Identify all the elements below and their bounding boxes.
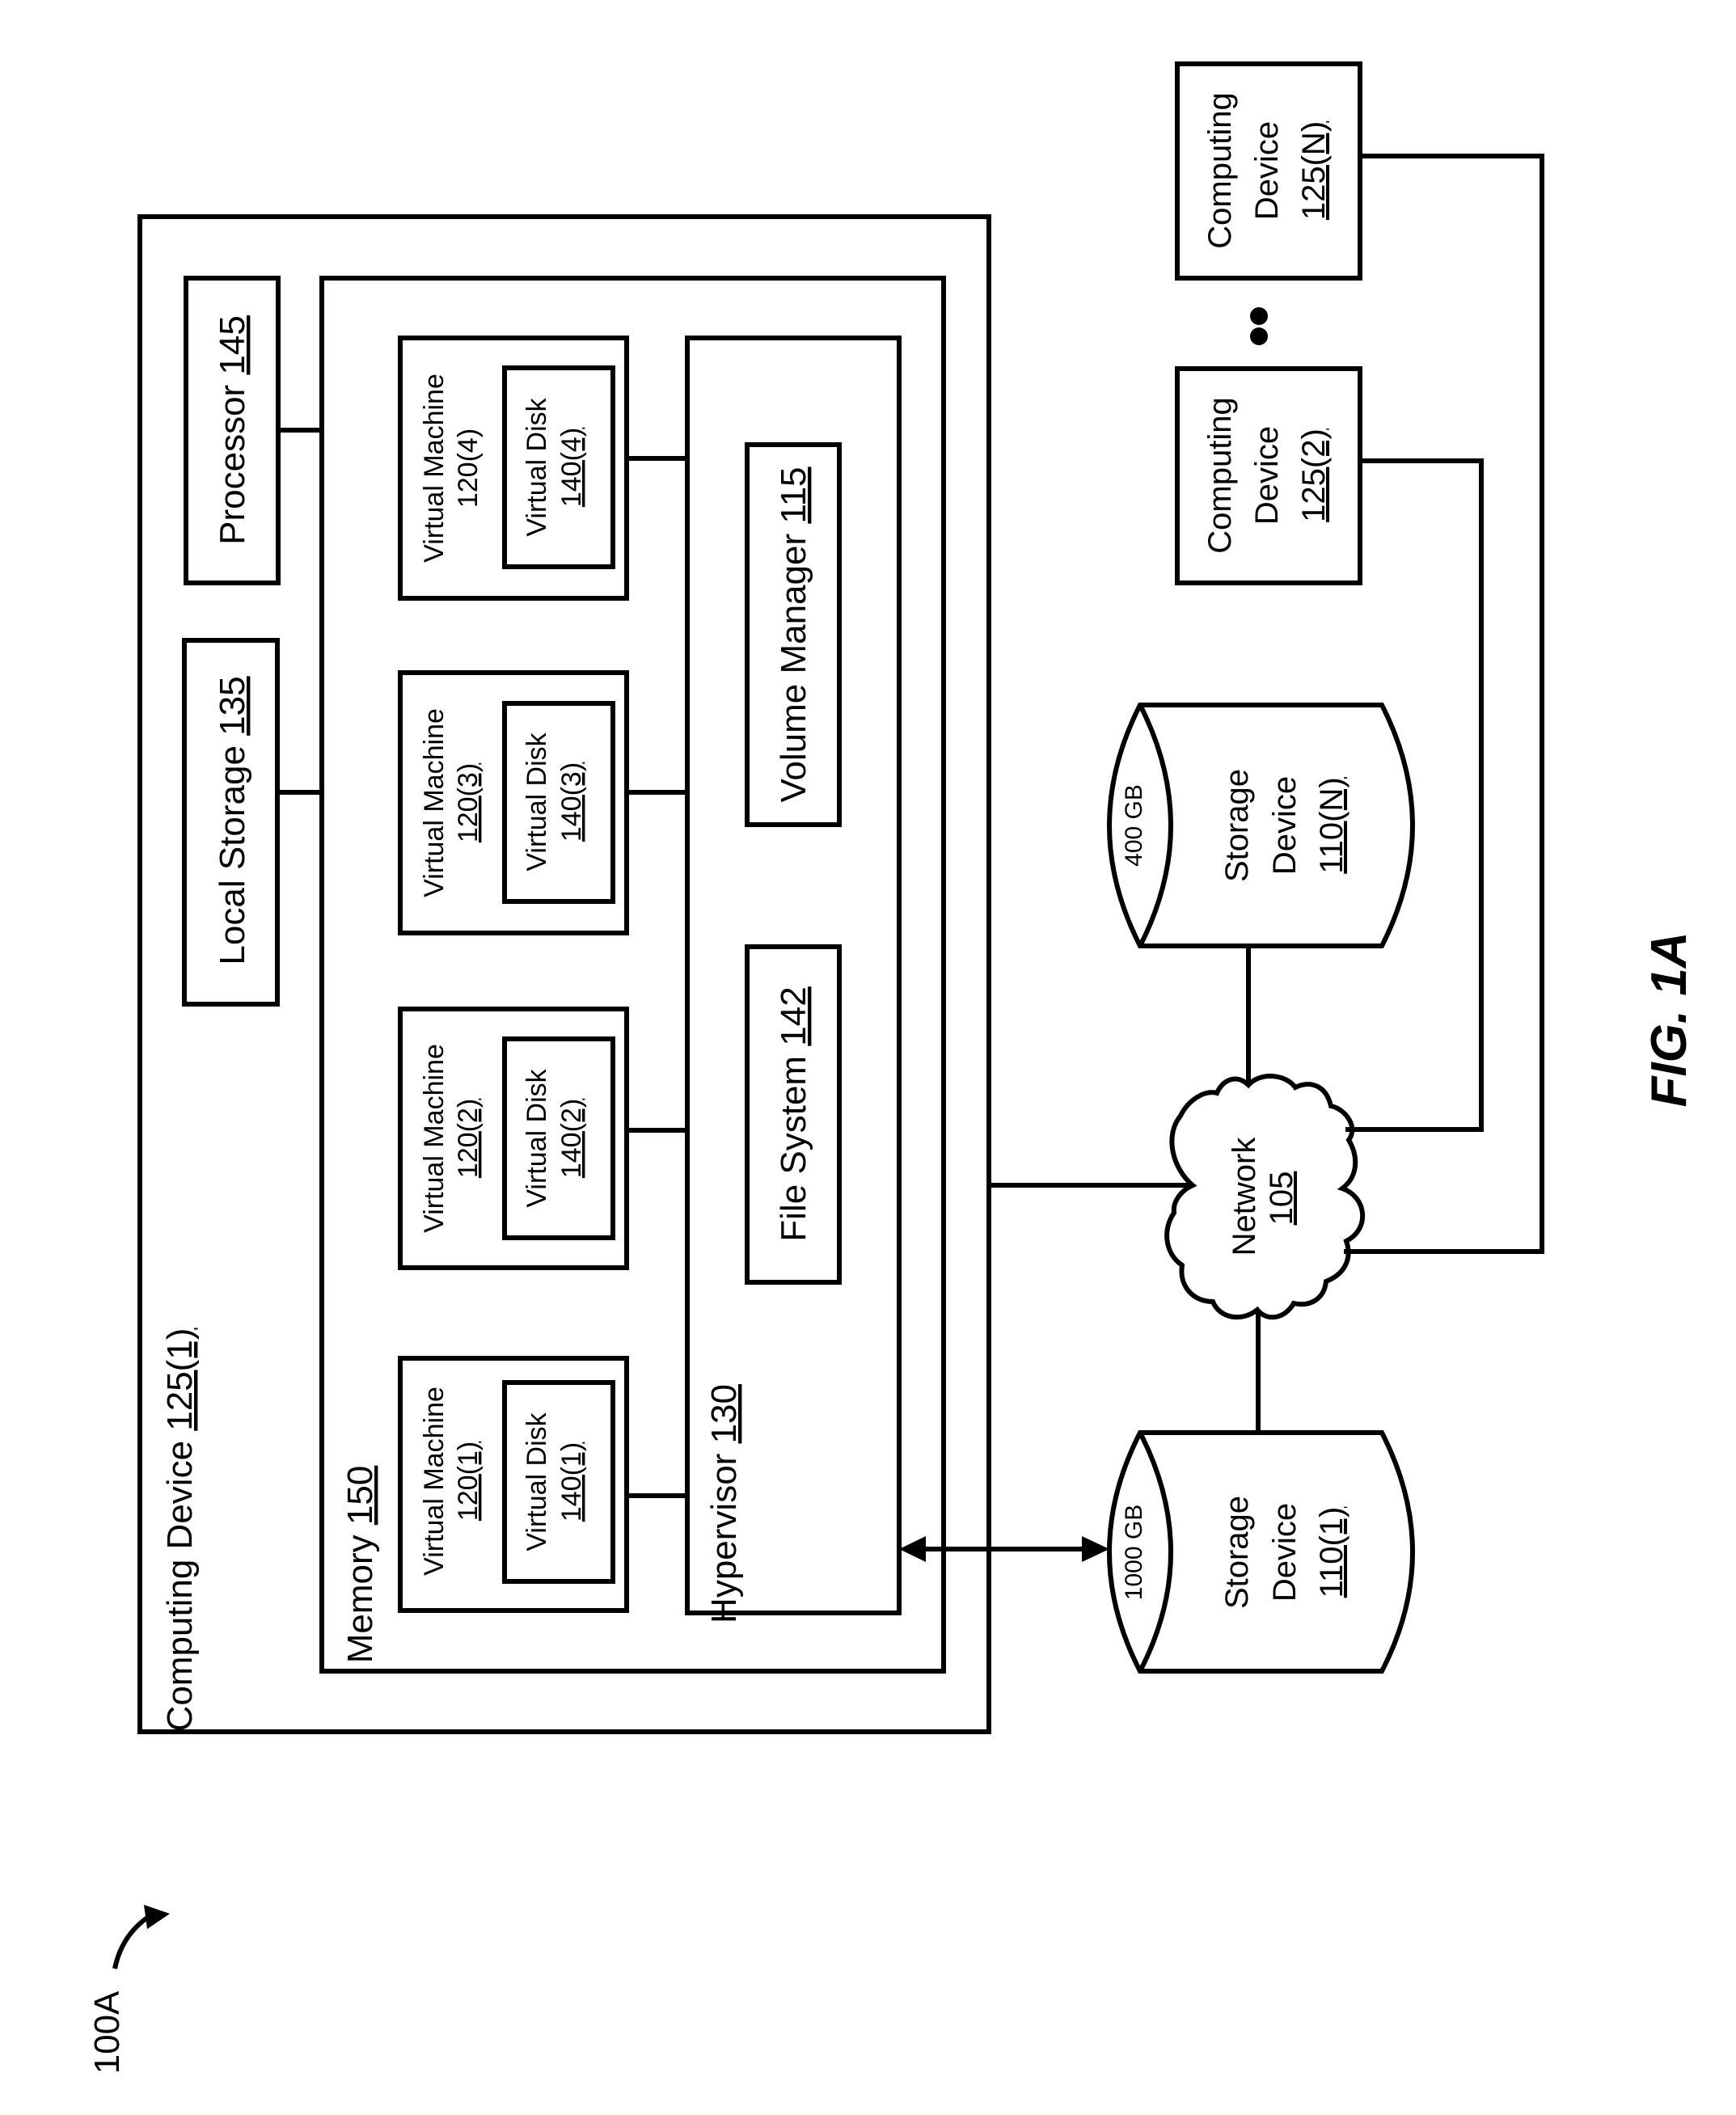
storage-n-capacity: 400 GB	[1121, 784, 1147, 867]
file-system-label: File System 142	[774, 986, 813, 1241]
vd-1-ref: 140(1)	[556, 1442, 587, 1522]
cd-n-label-line1: Computing	[1202, 92, 1238, 248]
vd-1-label: Virtual Disk	[522, 1412, 552, 1551]
cd-2-label-line2: Device	[1249, 426, 1285, 525]
vd-4-label: Virtual Disk	[522, 397, 552, 536]
vd-3-label: Virtual Disk	[522, 732, 552, 871]
vm-3-ref: 120(3)	[453, 763, 484, 842]
hypervisor-label: Hypervisor 130	[704, 1384, 744, 1623]
figure-reference-label: 100A	[87, 1990, 127, 2074]
local-storage-label: Local Storage 135	[213, 676, 252, 965]
processor-label: Processor 145	[213, 315, 252, 545]
vd-4-ref: 140(4)	[556, 428, 587, 507]
memory-label: Memory 150	[340, 1466, 380, 1664]
volume-manager-label: Volume Manager 115	[774, 466, 813, 802]
storage-1-label-line2: Device	[1267, 1503, 1303, 1602]
vm-4-label: Virtual Machine	[419, 374, 450, 563]
vm-1-label: Virtual Machine	[419, 1387, 450, 1576]
reference-arrow-curve	[112, 1915, 149, 1969]
storage-n-ref: 110(N)	[1314, 777, 1350, 873]
vd-2-label: Virtual Disk	[522, 1068, 552, 1207]
vm-2-ref: 120(2)	[453, 1099, 484, 1178]
ellipsis-dot-1	[1250, 307, 1268, 325]
storage-1-label-line1: Storage	[1219, 1496, 1255, 1609]
reference-arrowhead-icon	[144, 1905, 170, 1929]
vm-3-label: Virtual Machine	[419, 708, 450, 897]
computing-device-2: Computing Device 125(2)	[1175, 366, 1362, 585]
patent-figure: Computing Device 125(1) Processor 145 Lo…	[87, 61, 1697, 2074]
cd-n-ref: 125(N)	[1296, 121, 1332, 220]
storage-1-ref: 110(1)	[1314, 1507, 1350, 1598]
storage-n-label-line2: Device	[1267, 776, 1303, 875]
computing-device-n: Computing Device 125(N)	[1175, 61, 1362, 281]
vm-1-ref: 120(1)	[453, 1442, 484, 1521]
vd-3-ref: 140(3)	[556, 762, 587, 842]
figure-label: FIG. 1A	[1641, 931, 1697, 1107]
network-ref: 105	[1264, 1171, 1299, 1226]
network-label: Network	[1227, 1137, 1262, 1256]
storage-1-capacity: 1000 GB	[1121, 1505, 1147, 1600]
ellipsis-dot-2	[1250, 327, 1268, 345]
cd-n-label-line2: Device	[1249, 121, 1285, 220]
cd-2-ref: 125(2)	[1296, 428, 1332, 522]
storage-device-n: 400 GB Storage Device 110(N)	[1107, 703, 1415, 948]
vd-2-ref: 140(2)	[556, 1099, 587, 1178]
vm-4-ref: 120(4)	[453, 428, 484, 508]
storage-device-1: 1000 GB Storage Device 110(1)	[1107, 1430, 1415, 1674]
computing-device-main-label: Computing Device 125(1)	[160, 1328, 200, 1732]
cd-2-label-line1: Computing	[1202, 397, 1238, 553]
vm-2-label: Virtual Machine	[419, 1044, 450, 1233]
storage-n-label-line1: Storage	[1219, 769, 1255, 882]
arrowhead-right-icon	[1082, 1536, 1109, 1562]
